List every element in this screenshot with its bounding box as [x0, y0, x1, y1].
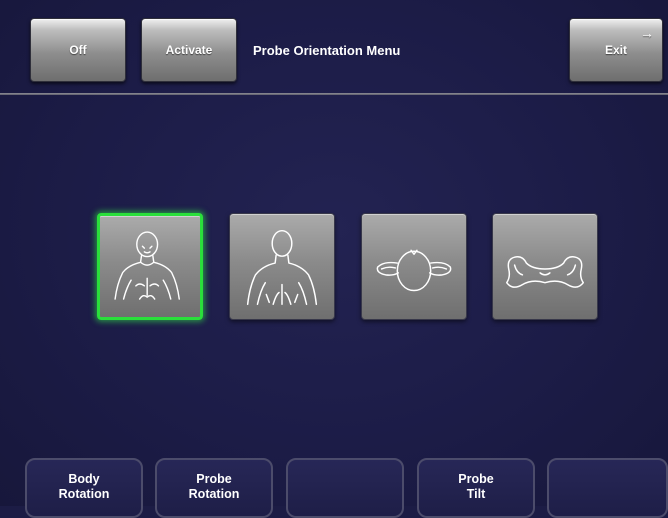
orientation-body-front-button[interactable]: [97, 213, 203, 320]
body-front-icon: [114, 231, 180, 300]
off-button[interactable]: Off: [30, 18, 126, 82]
header-divider: [0, 93, 668, 95]
empty-soft-key[interactable]: [286, 458, 404, 518]
top-bar: Off Activate Probe Orientation Menu → Ex…: [0, 0, 668, 93]
body-back-icon: [246, 229, 318, 306]
off-button-label: Off: [69, 43, 87, 57]
exit-button-label: Exit: [604, 43, 627, 57]
exit-button[interactable]: → Exit: [569, 18, 663, 82]
ultrasound-screen: Off Activate Probe Orientation Menu → Ex…: [0, 0, 668, 518]
soft-key-label-line1: Probe: [458, 472, 494, 486]
probe-rotation-key[interactable]: Probe Rotation: [155, 458, 273, 518]
probe-tilt-key[interactable]: Probe Tilt: [417, 458, 535, 518]
soft-key-label-line1: Body: [68, 472, 100, 486]
activate-button-label: Activate: [165, 43, 213, 57]
body-rotation-key[interactable]: Body Rotation: [25, 458, 143, 518]
arrow-right-icon: →: [640, 25, 654, 41]
orientation-body-back-button[interactable]: [229, 213, 335, 320]
orientation-pelvis-button[interactable]: [492, 213, 598, 320]
empty-soft-key[interactable]: [547, 458, 668, 518]
soft-key-label-line2: Tilt: [466, 487, 486, 501]
orientation-head-top-button[interactable]: [361, 213, 467, 320]
page-title: Probe Orientation Menu: [253, 43, 401, 58]
head-top-icon: [376, 249, 452, 292]
activate-button[interactable]: Activate: [141, 18, 237, 82]
soft-key-label-line2: Rotation: [188, 487, 240, 501]
pelvis-icon: [506, 256, 584, 288]
soft-key-label-line2: Rotation: [58, 487, 110, 501]
soft-key-label-line1: Probe: [196, 472, 232, 486]
